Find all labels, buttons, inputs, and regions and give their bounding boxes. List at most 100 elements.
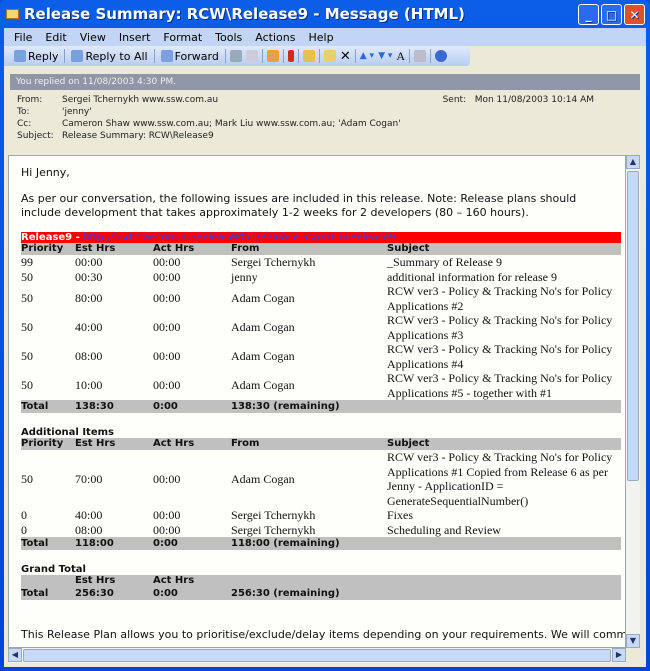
cell-act-hrs: 00:00 (153, 378, 181, 393)
encoding-icon[interactable] (414, 50, 427, 62)
cell-est-hrs: 10:00 (75, 378, 103, 393)
scroll-right-button[interactable]: ▶ (612, 648, 626, 662)
additional-total-row: Total 118:00 0:00 118:00 (remaining) (21, 537, 621, 550)
help-icon[interactable] (435, 50, 448, 62)
cell-act-hrs: 00:00 (153, 269, 181, 284)
grand-total-title: Grand Total (21, 564, 86, 575)
reply-all-button[interactable]: Reply to All (69, 50, 149, 63)
reply-all-icon (71, 50, 84, 62)
cell-subject: RCW ver3 - Policy & Tracking No's for Po… (387, 313, 613, 342)
cell-priority: 50 (21, 378, 33, 393)
message-body: Hi Jenny, As per our conversation, the f… (8, 155, 626, 648)
scroll-up-button[interactable]: ▲ (626, 155, 640, 169)
menu-insert[interactable]: Insert (119, 31, 151, 44)
cell-from: Sergei Tchernykh (231, 522, 316, 537)
table-row[interactable]: 0 08:00 00:00 Sergei Tchernykh Scheduling an… (21, 523, 621, 538)
cell-priority: 50 (21, 349, 33, 364)
cell-from: Adam Cogan (231, 320, 295, 335)
menu-file[interactable]: File (14, 31, 32, 44)
table-row[interactable]: 50 00:30 00:00 jenny additional information … (21, 270, 621, 285)
grand-total-table: Est Hrs Act Hrs Total 256:30 0:00 256:30 (re… (21, 575, 621, 600)
cell-priority: 99 (21, 255, 33, 269)
message-header: You replied on 11/08/2003 4:30 PM. From:… (4, 68, 646, 142)
menu-format[interactable]: Format (163, 31, 202, 44)
table-row[interactable]: 0 40:00 00:00 Sergei Tchernykh Fixes (21, 508, 621, 523)
cell-priority: 50 (21, 291, 33, 306)
table-row[interactable]: 50 70:00 00:00 Adam Cogan RCW ver3 - Policy … (21, 450, 621, 508)
cell-subject: RCW ver3 - Policy & Tracking No's for Po… (387, 450, 613, 508)
menu-edit[interactable]: Edit (45, 31, 66, 44)
menu-tools[interactable]: Tools (215, 31, 242, 44)
scroll-left-button[interactable]: ◀ (8, 648, 22, 662)
cell-est-hrs: 00:30 (75, 269, 103, 284)
cell-act-hrs: 00:00 (153, 471, 181, 486)
forward-icon (160, 50, 173, 62)
copy-icon[interactable] (245, 50, 258, 62)
cell-priority: 50 (21, 269, 33, 284)
next-item-icon[interactable]: ▼ ▾ (378, 51, 392, 61)
cell-priority: 0 (21, 508, 27, 522)
cell-priority: 50 (21, 471, 33, 486)
sent-value: Mon 11/08/2003 10:14 AM (474, 95, 594, 105)
cell-priority: 0 (21, 522, 27, 537)
minimize-button[interactable]: _ (578, 4, 599, 25)
address-book-icon[interactable] (302, 50, 315, 62)
print-icon[interactable] (229, 50, 242, 62)
cell-subject: Fixes (387, 508, 414, 522)
table-row[interactable]: 50 10:00 00:00 Adam Cogan RCW ver3 - Policy … (21, 371, 621, 400)
vertical-scrollbar[interactable]: ▲ ▼ (626, 155, 640, 648)
table-row[interactable]: 50 80:00 00:00 Adam Cogan RCW ver3 - Policy … (21, 284, 621, 313)
cell-from: Sergei Tchernykh (231, 508, 316, 522)
from-value[interactable]: Sergei Tchernykh www.ssw.com.au (62, 95, 218, 105)
menu-actions[interactable]: Actions (255, 31, 295, 44)
table-header: Priority Est Hrs Act Hrs From Subject (21, 438, 621, 450)
categorize-icon[interactable] (323, 50, 336, 62)
subject-value: Release Summary: RCW\Release9 (62, 131, 214, 141)
info-bar: You replied on 11/08/2003 4:30 PM. (10, 74, 640, 90)
cell-subject: RCW ver3 - Policy & Tracking No's for Po… (387, 284, 613, 313)
additional-items-title: Additional Items (21, 427, 114, 438)
cell-subject: additional information for release 9 (387, 269, 557, 284)
table-row[interactable]: 99 00:00 00:00 Sergei Tchernykh _Summary of … (21, 255, 621, 270)
release-total-row: Total 138:30 0:00 138:30 (remaining) (21, 400, 621, 413)
cell-act-hrs: 00:00 (153, 508, 181, 522)
release-title: Release9 - (21, 232, 84, 243)
close-button[interactable]: ✕ (624, 4, 645, 25)
cell-from: Sergei Tchernykh (231, 255, 316, 269)
delete-icon[interactable]: ✕ (340, 49, 351, 64)
cell-act-hrs: 00:00 (153, 291, 181, 306)
release-link[interactable]: http://bsd.ssw.com.au/ReleasePlan/Releas… (83, 232, 395, 243)
cell-est-hrs: 70:00 (75, 471, 103, 486)
cc-value[interactable]: Cameron Shaw www.ssw.com.au; Mark Liu ww… (62, 119, 401, 129)
move-icon[interactable] (266, 50, 279, 62)
font-size-icon[interactable]: A (396, 49, 405, 64)
table-row[interactable]: 50 40:00 00:00 Adam Cogan RCW ver3 - Policy … (21, 313, 621, 342)
flag-icon[interactable] (287, 50, 294, 62)
previous-item-icon[interactable]: ▲ ▾ (360, 51, 374, 61)
cell-from: Adam Cogan (231, 349, 295, 364)
to-value[interactable]: 'jenny' (62, 107, 92, 117)
additional-table: Priority Est Hrs Act Hrs From Subject 50 70:0… (21, 438, 621, 550)
menu-view[interactable]: View (80, 31, 106, 44)
vertical-scroll-thumb[interactable] (627, 171, 639, 481)
cell-act-hrs: 00:00 (153, 320, 181, 335)
maximize-button[interactable]: □ (601, 4, 622, 25)
release-table: Release9 - http://bsd.ssw.com.au/Release… (21, 232, 621, 413)
horizontal-scrollbar[interactable]: ◀ ▶ (8, 648, 626, 663)
menu-bar: File Edit View Insert Format Tools Actio… (4, 28, 646, 46)
cell-subject: _Summary of Release 9 (387, 255, 502, 269)
envelope-icon (6, 9, 19, 19)
cell-est-hrs: 40:00 (75, 508, 103, 522)
cell-priority: 50 (21, 320, 33, 335)
cell-est-hrs: 08:00 (75, 349, 103, 364)
cell-subject: RCW ver3 - Policy & Tracking No's for Po… (387, 342, 613, 371)
title-bar: Release Summary: RCW\Release9 - Message … (0, 0, 650, 28)
menu-help[interactable]: Help (308, 31, 333, 44)
table-row[interactable]: 50 08:00 00:00 Adam Cogan RCW ver3 - Policy … (21, 342, 621, 371)
table-header: Priority Est Hrs Act Hrs From Subject (21, 243, 621, 255)
reply-button[interactable]: Reply (12, 50, 60, 63)
cell-from: jenny (231, 269, 258, 284)
forward-button[interactable]: Forward (159, 50, 221, 63)
horizontal-scroll-thumb[interactable] (23, 649, 611, 662)
scroll-down-button[interactable]: ▼ (626, 634, 640, 648)
